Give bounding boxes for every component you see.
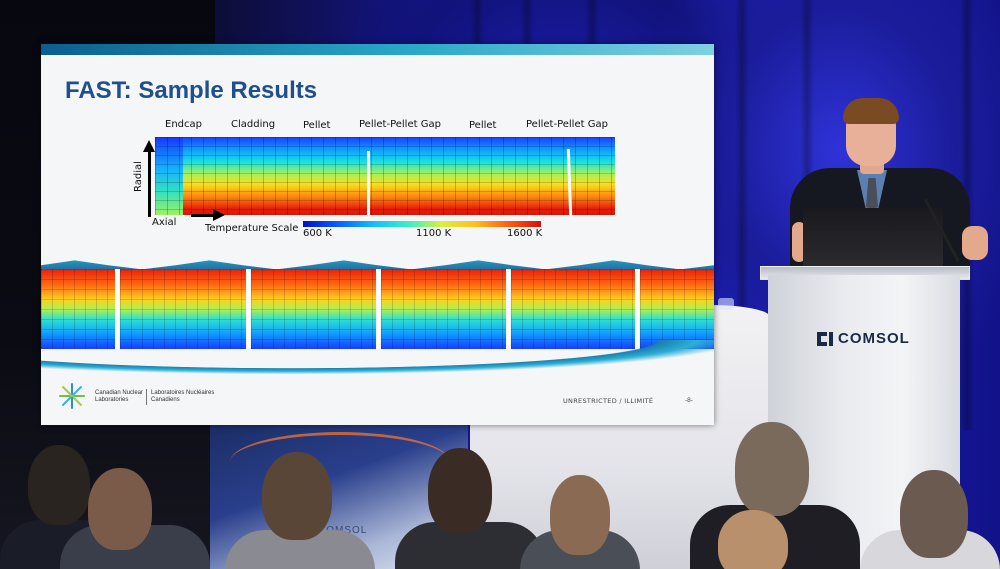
scale-max-label: 1600 K [507, 228, 543, 239]
pellet-segment [381, 269, 506, 349]
audience-head [88, 468, 152, 550]
slide-header-bar [41, 44, 714, 55]
audience-head [900, 470, 968, 558]
footer-divider [146, 389, 147, 405]
audience-head [28, 445, 90, 525]
radial-axis [148, 147, 151, 217]
label-cladding: Cladding [231, 119, 276, 130]
scale-mid-label: 1100 K [416, 228, 452, 239]
label-endcap: Endcap [165, 119, 202, 130]
label-temperature-scale: Temperature Scale [205, 223, 299, 234]
org-name-en: Canadian Nuclear Laboratories [95, 390, 144, 403]
page-number: -8- [685, 397, 693, 404]
pellet-segment [251, 269, 376, 349]
water-glass [718, 298, 734, 310]
audience-head [550, 475, 610, 555]
audience-head [735, 422, 809, 516]
scale-min-label: 600 K [303, 228, 332, 239]
radial-arrow-icon [143, 140, 155, 152]
audience-head [718, 510, 788, 569]
pellet-segment [120, 269, 246, 349]
axial-axis [191, 214, 215, 217]
cnl-starburst-icon [59, 383, 85, 409]
temperature-field-2d [155, 137, 615, 215]
label-pellet-1: Pellet [303, 120, 331, 131]
speaker-hand-right [962, 226, 988, 260]
label-axial: Axial [152, 217, 177, 228]
classification-label: UNRESTRICTED / ILLIMITÉ [563, 397, 654, 405]
label-gap-2: Pellet-Pellet Gap [526, 119, 608, 130]
pellet-segment [41, 269, 115, 349]
temperature-colorbar [303, 221, 541, 227]
slide-bottom-swoosh [41, 340, 714, 388]
podium-logo-text: COMSOL [838, 330, 910, 347]
speaker-hair [843, 98, 899, 124]
mesh-grid [155, 137, 615, 215]
label-radial: Radial [133, 161, 144, 192]
pellet-gap-1 [367, 151, 370, 215]
audience-head [428, 448, 492, 534]
audience-head [262, 452, 332, 540]
comsol-mark-icon [817, 332, 833, 346]
laptop [803, 208, 943, 270]
axial-arrow-icon [213, 209, 225, 221]
slide-title: FAST: Sample Results [65, 77, 318, 104]
label-pellet-2: Pellet [469, 120, 497, 131]
label-gap-1: Pellet-Pellet Gap [359, 119, 441, 130]
pellet-segment [640, 269, 714, 349]
projected-slide: FAST: Sample Results Endcap Cladding Pel… [41, 44, 714, 425]
pellet-segment [511, 269, 635, 349]
org-name-fr: Laboratoires Nucléaires Canadiens [151, 390, 215, 403]
